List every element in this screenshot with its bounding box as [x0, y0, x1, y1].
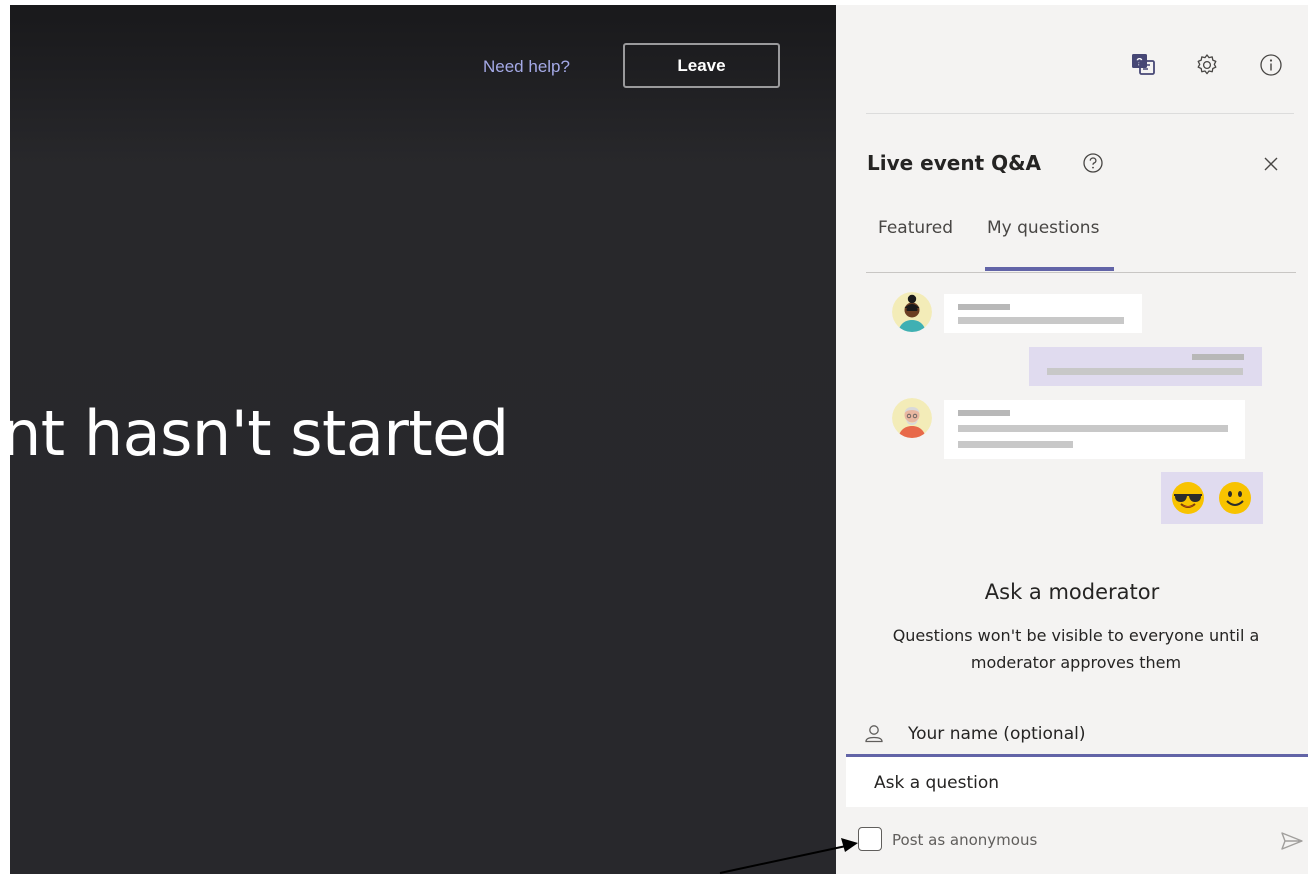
anonymous-label[interactable]: Post as anonymous — [892, 831, 1037, 849]
leave-button[interactable]: Leave — [623, 43, 780, 88]
send-icon[interactable] — [1280, 831, 1304, 851]
question-box — [846, 757, 1308, 807]
tab-my-questions[interactable]: My questions — [987, 218, 1099, 238]
event-status-message: nt hasn't started — [10, 397, 509, 470]
name-input[interactable] — [908, 720, 1288, 748]
need-help-link[interactable]: Need help? — [483, 57, 570, 77]
close-icon[interactable] — [1262, 155, 1280, 173]
question-bubble — [944, 400, 1245, 459]
qa-title: Live event Q&A — [867, 151, 1042, 175]
avatar-woman-icon — [892, 292, 932, 332]
info-icon[interactable] — [1258, 52, 1284, 78]
smiley-emoji-icon — [1219, 482, 1251, 514]
name-field-row — [836, 710, 1308, 756]
person-icon — [865, 725, 883, 743]
my-question-bubble — [1029, 347, 1262, 386]
ask-moderator-heading: Ask a moderator — [984, 580, 1160, 604]
active-tab-indicator — [985, 267, 1114, 271]
question-bubble — [944, 294, 1142, 333]
tabs-divider — [866, 272, 1296, 273]
anonymous-row: Post as anonymous — [836, 825, 1308, 855]
avatar-man-icon — [892, 398, 932, 438]
gear-icon[interactable] — [1194, 52, 1220, 78]
help-circle-icon[interactable] — [1082, 152, 1104, 174]
qa-panel: ? Live event Q&A Featured My questions A… — [836, 5, 1308, 874]
anonymous-checkbox[interactable] — [858, 827, 882, 851]
toolbar-divider — [866, 113, 1294, 114]
ask-moderator-description: Questions won't be visible to everyone u… — [892, 626, 1260, 672]
qa-icon[interactable]: ? — [1130, 52, 1156, 78]
sunglasses-emoji-icon — [1172, 482, 1204, 514]
emoji-reply-bubble — [1161, 472, 1263, 524]
tab-featured[interactable]: Featured — [878, 218, 953, 238]
question-input[interactable] — [874, 769, 1294, 797]
video-stage: Need help? Leave nt hasn't started — [10, 5, 836, 874]
